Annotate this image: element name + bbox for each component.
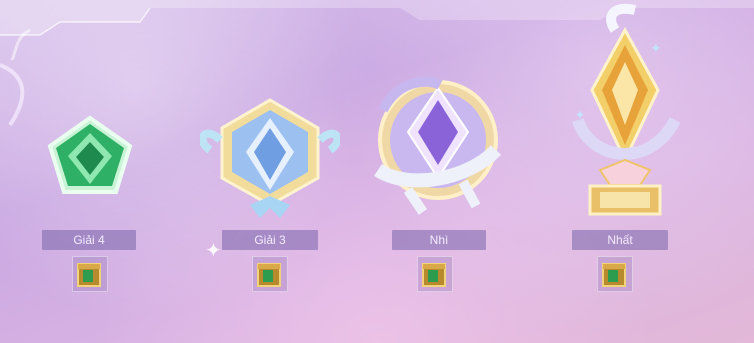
- award-label: Giải 3: [222, 230, 318, 250]
- reward-chest[interactable]: [72, 256, 108, 292]
- award-label: Nhì: [392, 230, 486, 250]
- award-label: Nhất: [572, 230, 668, 250]
- treasure-chest-icon: [77, 263, 101, 287]
- blue-bow-badge-icon: [200, 98, 340, 218]
- treasure-chest-icon: [422, 263, 446, 287]
- gold-winged-trophy-icon: [572, 3, 681, 216]
- award-rank-1[interactable]: Nhất: [560, 0, 700, 343]
- reward-chest[interactable]: [597, 256, 633, 292]
- treasure-chest-icon: [257, 263, 281, 287]
- award-rank-2[interactable]: Nhì: [368, 0, 508, 343]
- reward-chest[interactable]: [252, 256, 288, 292]
- treasure-chest-icon: [602, 263, 626, 287]
- reward-chest[interactable]: [417, 256, 453, 292]
- award-label: Giải 4: [42, 230, 136, 250]
- green-pentagon-badge-icon: [47, 115, 133, 194]
- award-rank-4[interactable]: Giải 4: [20, 0, 160, 343]
- award-rank-3[interactable]: Giải 3: [200, 0, 340, 343]
- purple-ribbon-medal-icon: [374, 76, 502, 215]
